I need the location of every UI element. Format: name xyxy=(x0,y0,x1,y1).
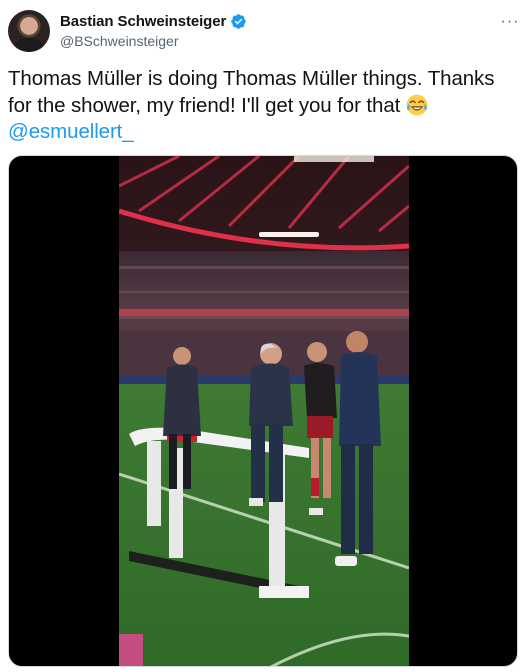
avatar-shirt xyxy=(14,38,44,52)
author-avatar[interactable] xyxy=(8,10,50,52)
verified-badge-icon xyxy=(231,14,246,29)
face-with-tears-of-joy-icon xyxy=(406,94,428,115)
author-name-row[interactable]: Bastian Schweinsteiger xyxy=(60,13,247,30)
video-frame[interactable] xyxy=(119,156,409,666)
tweet-video[interactable] xyxy=(8,155,518,667)
author-handle[interactable]: @BSchweinsteiger xyxy=(60,33,179,49)
author-display-name[interactable]: Bastian Schweinsteiger xyxy=(60,13,226,30)
tweet-text: Thomas Müller is doing Thomas Müller thi… xyxy=(8,66,522,146)
tweet-header: Bastian Schweinsteiger @BSchweinsteiger … xyxy=(8,8,522,56)
more-options-icon[interactable]: ··· xyxy=(498,14,522,30)
mention-link[interactable]: @esmuellert_ xyxy=(8,120,134,143)
tweet-card[interactable]: Bastian Schweinsteiger @BSchweinsteiger … xyxy=(0,0,530,672)
video-still-image xyxy=(119,156,409,666)
